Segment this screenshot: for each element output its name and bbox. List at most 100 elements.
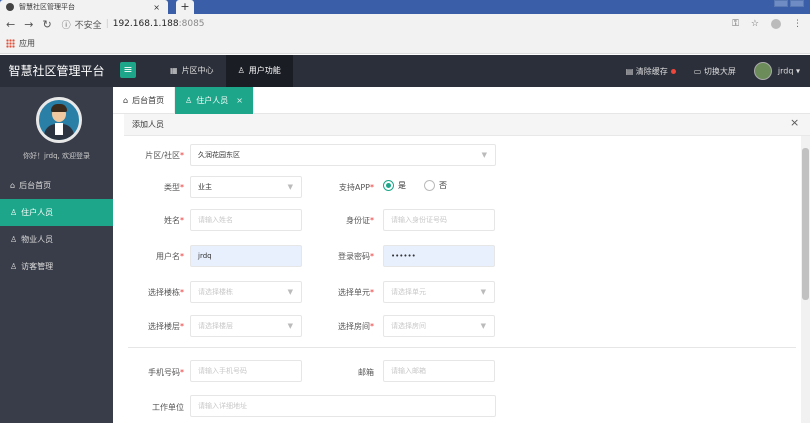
address-bar: ← → ↻ ⓘ 不安全 | 192.168.1.188:8085 ⚿ ☆ ⋮ (0, 14, 810, 34)
welcome-text: 你好！jrdq, 欢迎登录 (22, 152, 91, 160)
phone-label: 手机号码* (148, 368, 184, 377)
sidebar-item-label: 后台首页 (19, 181, 52, 190)
sidebar-item-property-staff[interactable]: ♙ 物业人员 (0, 226, 113, 253)
tab-label: 后台首页 (132, 96, 165, 105)
support-app-no[interactable]: 否 (424, 180, 447, 191)
browser-tab[interactable]: 智慧社区管理平台 × (0, 0, 168, 14)
sidebar-item-visitors[interactable]: ♙ 访客管理 (0, 253, 113, 280)
id-card-input[interactable]: 请输入身份证号码 (383, 209, 495, 231)
user-menu[interactable]: jrdq ▾ (753, 62, 800, 80)
sidebar-item-residents[interactable]: ♙ 住户人员 (0, 199, 113, 226)
tab-home[interactable]: ⌂ 后台首页 (113, 87, 176, 114)
type-select[interactable]: 业主 ▼ (190, 176, 302, 198)
floor-placeholder: 请选择楼层 (198, 322, 233, 330)
reload-icon[interactable]: ↻ (42, 18, 51, 31)
support-app-yes[interactable]: 是 (383, 180, 406, 191)
nav-area-center[interactable]: ▦ 片区中心 (158, 55, 226, 87)
star-icon[interactable]: ☆ (751, 19, 759, 29)
password-input[interactable]: •••••• (383, 245, 495, 267)
form-divider (128, 347, 796, 348)
phone-input[interactable]: 请输入手机号码 (190, 360, 302, 382)
username-label: 用户名* (156, 252, 184, 261)
url-port: :8085 (178, 19, 205, 29)
chevron-down-icon: ▼ (287, 322, 293, 330)
trash-icon: ▤ (625, 66, 636, 76)
type-select-value: 业主 (198, 183, 212, 191)
nav-area-center-label: 片区中心 (181, 66, 214, 75)
close-tab-icon[interactable]: × (153, 3, 160, 12)
app-title: 智慧社区管理平台 (8, 64, 105, 78)
dialog-title: 添加人员 (124, 114, 810, 136)
room-placeholder: 请选择房间 (391, 322, 426, 330)
chevron-down-icon: ▼ (287, 183, 293, 191)
type-label: 类型* (164, 183, 184, 192)
profile-icon[interactable] (771, 19, 781, 29)
header-nav: ▦ 片区中心 ♙ 用户功能 (158, 55, 293, 87)
sidebar-menu: ⌂ 后台首页 ♙ 住户人员 ♙ 物业人员 ♙ 访客管理 (0, 172, 113, 280)
floor-select[interactable]: 请选择楼层 ▼ (190, 315, 302, 337)
info-icon: ⓘ (61, 20, 71, 31)
header-username: jrdq (777, 66, 794, 76)
sidebar-item-label: 住户人员 (21, 208, 54, 217)
user-icon: ♙ (237, 66, 245, 75)
dialog-close-icon[interactable]: × (790, 116, 799, 129)
unit-select[interactable]: 请选择单元 ▼ (383, 281, 495, 303)
switch-screen-label: 切换大屏 (703, 66, 736, 76)
insecure-label: 不安全 (74, 20, 102, 31)
sidebar-item-label: 访客管理 (21, 262, 54, 271)
room-select[interactable]: 请选择房间 ▼ (383, 315, 495, 337)
radio-checked-icon (383, 180, 394, 191)
room-label: 选择房间* (338, 322, 374, 331)
email-label: 邮箱 (358, 368, 374, 377)
url-field[interactable]: ⓘ 不安全 | 192.168.1.188:8085 (62, 18, 205, 31)
switch-screen-button[interactable]: ▭ 切换大屏 (694, 66, 736, 77)
chevron-down-icon: ▾ (795, 66, 800, 76)
apps-grid-icon (6, 39, 15, 48)
page-tabs: ⌂ 后台首页 ♙ 住户人员 × (113, 87, 810, 114)
email-input[interactable]: 请输入邮箱 (383, 360, 495, 382)
password-label: 登录密码* (338, 252, 374, 261)
sidebar-item-home[interactable]: ⌂ 后台首页 (0, 172, 113, 199)
username-input[interactable]: jrdq (190, 245, 302, 267)
radio-yes-label: 是 (398, 181, 406, 190)
chevron-down-icon: ▼ (480, 288, 486, 296)
workplace-input[interactable]: 请输入详细地址 (190, 395, 496, 417)
unit-placeholder: 请选择单元 (391, 288, 426, 296)
clear-cache-button[interactable]: ▤ 清除缓存 (626, 66, 676, 77)
building-icon: ▦ (170, 66, 178, 75)
new-tab-button[interactable]: + (176, 0, 194, 14)
nav-user-functions[interactable]: ♙ 用户功能 (225, 55, 293, 87)
visitor-icon: ♙ (10, 262, 18, 271)
building-label: 选择楼栋* (148, 288, 184, 297)
back-arrow-icon[interactable]: ← (6, 18, 15, 31)
menu-toggle-button[interactable]: ≡ (120, 62, 136, 78)
radio-no-label: 否 (439, 181, 447, 190)
notification-dot (670, 68, 676, 74)
chevron-down-icon: ▼ (287, 288, 293, 296)
name-label: 姓名* (164, 216, 184, 225)
area-select-value: 久润花园东区 (198, 151, 240, 159)
workplace-label: 工作单位 (152, 403, 184, 412)
maximize-icon[interactable] (790, 0, 804, 7)
more-menu-icon[interactable]: ⋮ (793, 19, 802, 29)
building-select[interactable]: 请选择楼栋 ▼ (190, 281, 302, 303)
id-card-label: 身份证* (346, 216, 374, 225)
area-select[interactable]: 久润花园东区 ▼ (190, 144, 496, 166)
app-header: 智慧社区管理平台 ≡ ▦ 片区中心 ♙ 用户功能 ▤ 清除缓存 ▭ 切换大屏 j… (0, 55, 810, 87)
key-icon[interactable]: ⚿ (732, 19, 739, 29)
name-input[interactable]: 请输入姓名 (190, 209, 302, 231)
close-tab-icon[interactable]: × (236, 87, 243, 114)
scrollbar-thumb[interactable] (802, 148, 809, 300)
bookmarks-bar: 应用 (0, 34, 810, 54)
radio-unchecked-icon (424, 180, 435, 191)
tab-residents[interactable]: ♙ 住户人员 × (175, 87, 254, 114)
favicon-icon (6, 3, 14, 11)
bookmark-apps[interactable]: 应用 (19, 38, 35, 49)
url-host: 192.168.1.188 (112, 19, 179, 29)
minimize-icon[interactable] (774, 0, 788, 7)
support-app-label: 支持APP* (338, 183, 374, 192)
residents-icon: ♙ (185, 96, 193, 105)
area-label: 片区/社区* (145, 151, 184, 160)
forward-arrow-icon[interactable]: → (24, 18, 33, 31)
sidebar-item-label: 物业人员 (21, 235, 54, 244)
